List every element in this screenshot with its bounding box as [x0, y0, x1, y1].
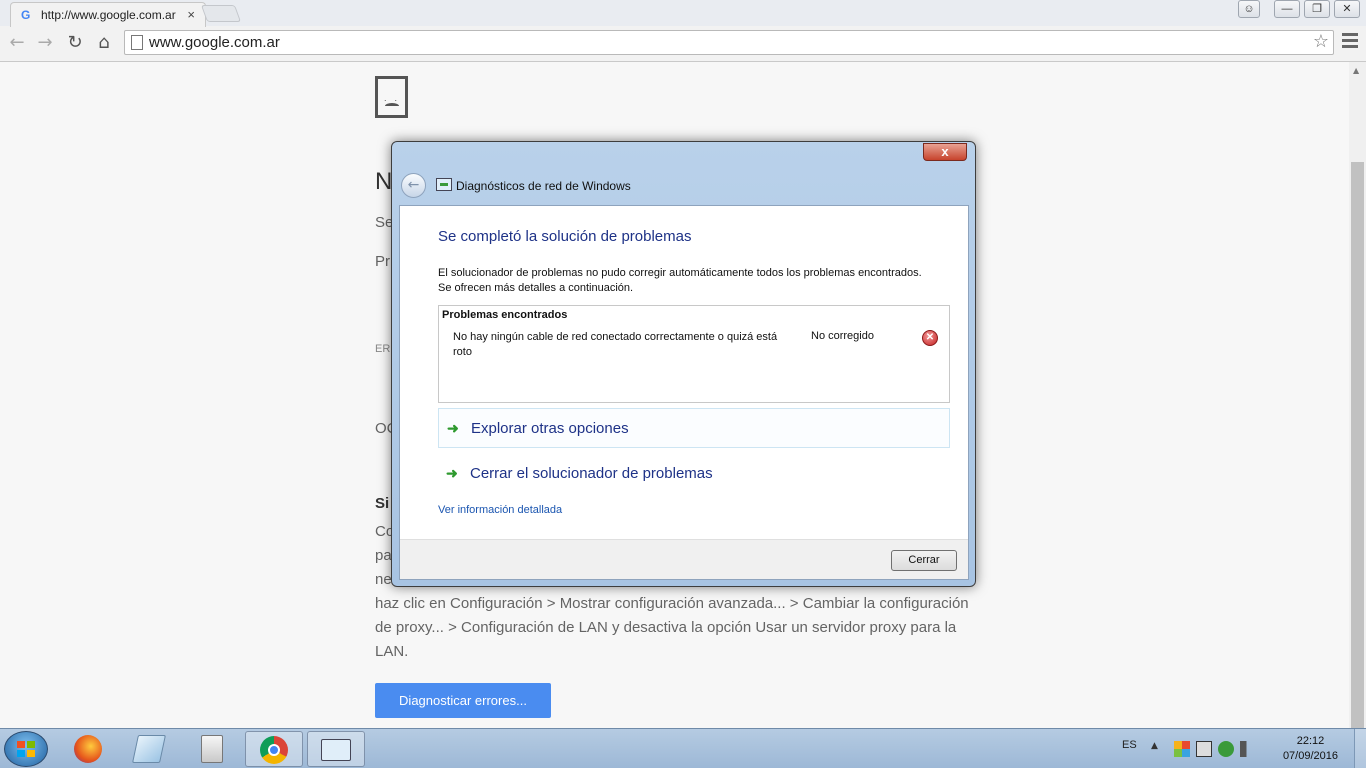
star-icon[interactable]: ☆: [1313, 31, 1329, 52]
para-line: haz clic en Configuración > Mostrar conf…: [375, 595, 969, 612]
network-diagnostics-dialog: x ← Diagnósticos de red de Windows Se co…: [391, 141, 976, 587]
taskbar-network-diagnostics[interactable]: [307, 731, 365, 767]
windows-logo-icon: [17, 741, 35, 757]
tray-app-icon[interactable]: [1174, 741, 1190, 757]
network-diagnostics-icon: [321, 739, 351, 761]
show-hidden-icons-icon[interactable]: ▲: [1151, 741, 1158, 751]
para-line: ne: [375, 571, 392, 588]
page-icon: [131, 35, 143, 50]
show-desktop-button[interactable]: [1354, 729, 1366, 768]
taskbar-firefox[interactable]: [60, 731, 118, 767]
dialog-title: Diagnósticos de red de Windows: [456, 179, 631, 193]
para-line: de proxy... > Configuración de LAN y des…: [375, 619, 957, 636]
taskbar-chrome[interactable]: [245, 731, 303, 767]
arrow-left-icon[interactable]: ←: [6, 32, 28, 54]
google-favicon-icon: G: [21, 8, 31, 22]
close-window-button[interactable]: ✕: [1334, 0, 1360, 18]
problem-text: No hay ningún cable de red conectado cor…: [453, 331, 778, 358]
new-tab-button[interactable]: [200, 5, 242, 22]
explore-options-link[interactable]: ➜ Explorar otras opciones: [438, 408, 950, 448]
window-controls: ☺ — ❐ ✕: [1238, 0, 1360, 20]
menu-icon[interactable]: [1342, 33, 1358, 51]
back-arrow-icon[interactable]: ←: [401, 173, 426, 198]
address-bar[interactable]: www.google.com.ar ☆: [124, 30, 1334, 55]
dialog-footer: Cerrar: [400, 539, 968, 579]
browser-toolbar: ← → ↻ ⌂ www.google.com.ar ☆: [0, 28, 1366, 58]
section-title: Si: [375, 495, 390, 512]
clock-time: 22:12: [1296, 735, 1325, 747]
arrow-right-icon[interactable]: →: [34, 32, 56, 54]
taskbar: ES ▲ 22:12 07/09/2016: [0, 728, 1366, 768]
dialog-description: El solucionador de problemas no pudo cor…: [438, 267, 922, 294]
tab-close-icon[interactable]: ×: [187, 7, 195, 22]
home-icon[interactable]: ⌂: [93, 32, 115, 54]
page-scrollbar[interactable]: ▲: [1349, 62, 1366, 732]
problems-list: Problemas encontrados No hay ningún cabl…: [438, 305, 950, 403]
para-line: LAN.: [375, 643, 409, 660]
tab-strip: G http://www.google.com.ar × ☺ — ❐ ✕: [0, 0, 1366, 27]
close-button[interactable]: Cerrar: [891, 550, 957, 571]
dialog-close-button[interactable]: x: [923, 143, 967, 161]
problem-status: No corregido: [811, 330, 874, 342]
para-line: pa: [375, 547, 392, 564]
network-diagnostics-icon: [436, 178, 452, 191]
language-indicator[interactable]: ES: [1122, 739, 1137, 751]
browser-chrome: G http://www.google.com.ar × ☺ — ❐ ✕ ← →…: [0, 0, 1366, 62]
green-arrow-icon: ➜: [447, 420, 459, 436]
error-title: N: [375, 168, 393, 195]
green-arrow-icon: ➜: [446, 465, 458, 481]
taskbar-calculator[interactable]: [183, 731, 241, 767]
start-button[interactable]: [4, 731, 48, 767]
url-text[interactable]: www.google.com.ar: [149, 34, 280, 51]
firefox-icon: [74, 735, 102, 763]
dialog-heading: Se completó la solución de problemas: [438, 228, 692, 245]
sad-page-icon: ..: [375, 76, 408, 118]
error-suggestion: Pr: [375, 253, 390, 270]
close-troubleshooter-label: Cerrar el solucionador de problemas: [470, 465, 713, 482]
close-troubleshooter-link[interactable]: ➜ Cerrar el solucionador de problemas: [438, 454, 950, 494]
security-icon[interactable]: [1218, 741, 1234, 757]
error-code: ER: [375, 343, 391, 355]
clock[interactable]: 22:12 07/09/2016: [1283, 734, 1338, 764]
explore-options-label: Explorar otras opciones: [471, 420, 629, 437]
dialog-body: Se completó la solución de problemas El …: [399, 205, 969, 580]
maximize-button[interactable]: ❐: [1304, 0, 1330, 18]
problems-header: Problemas encontrados: [442, 309, 568, 321]
calculator-icon: [201, 735, 223, 763]
tab-title: http://www.google.com.ar: [41, 8, 176, 22]
system-tray: ES ▲ 22:12 07/09/2016: [1096, 729, 1366, 768]
volume-muted-icon[interactable]: [1240, 741, 1256, 757]
minimize-button[interactable]: —: [1274, 0, 1300, 18]
browser-tab[interactable]: G http://www.google.com.ar ×: [10, 2, 206, 27]
chrome-icon: [260, 736, 288, 764]
diagnose-errors-button[interactable]: Diagnosticar errores...: [375, 683, 551, 718]
scroll-up-icon[interactable]: ▲: [1353, 66, 1359, 75]
network-error-icon[interactable]: [1196, 741, 1212, 757]
user-profile-icon[interactable]: ☺: [1238, 0, 1260, 18]
taskbar-notepad[interactable]: [121, 731, 179, 767]
view-details-link[interactable]: Ver información detallada: [438, 504, 562, 516]
error-icon: ✕: [922, 330, 938, 346]
clock-date: 07/09/2016: [1282, 750, 1338, 762]
scrollbar-thumb[interactable]: [1351, 162, 1364, 732]
notepad-icon: [132, 735, 166, 763]
reload-icon[interactable]: ↻: [64, 32, 86, 54]
